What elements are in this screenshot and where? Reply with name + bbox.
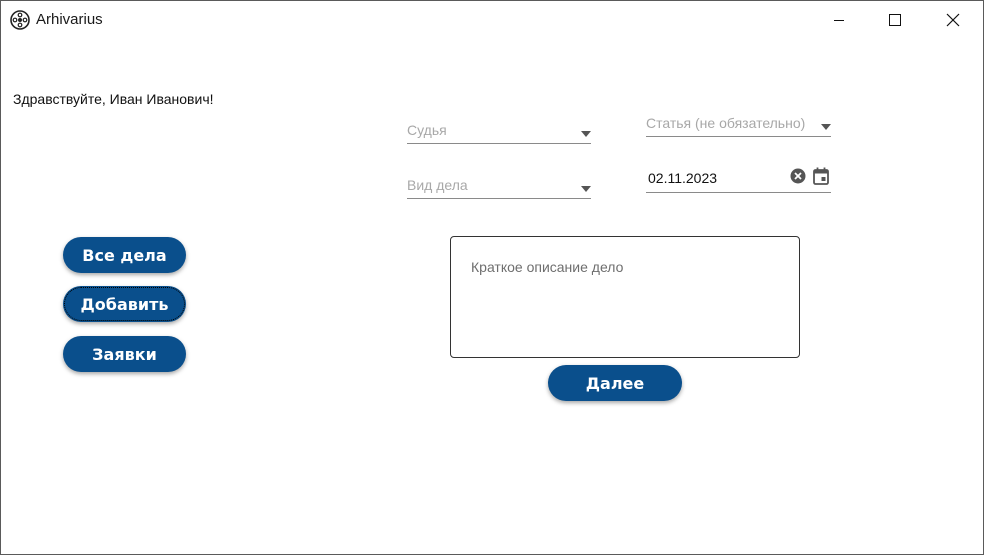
close-button[interactable] — [927, 1, 979, 39]
dropdown-arrow-icon — [581, 124, 591, 142]
calendar-icon[interactable] — [813, 167, 829, 190]
requests-button[interactable]: Заявки — [63, 336, 186, 372]
greeting-text: Здравствуйте, Иван Иванович! — [13, 91, 214, 107]
date-value[interactable]: 02.11.2023 — [648, 170, 717, 186]
judge-combobox[interactable]: Судья — [407, 114, 591, 144]
description-textarea[interactable]: Краткое описание дело — [450, 236, 800, 358]
judge-placeholder: Судья — [407, 122, 447, 138]
clear-icon[interactable] — [790, 168, 806, 189]
title-bar[interactable]: Arhivarius — [1, 1, 983, 39]
case-type-combobox[interactable]: Вид дела — [407, 169, 591, 199]
maximize-icon — [889, 14, 901, 26]
film-reel-icon — [10, 10, 30, 30]
window-title: Arhivarius — [36, 11, 103, 28]
article-combobox[interactable]: Статья (не обязательно) — [646, 107, 831, 137]
case-type-placeholder: Вид дела — [407, 177, 468, 193]
date-picker[interactable]: 02.11.2023 — [646, 163, 831, 193]
description-placeholder: Краткое описание дело — [471, 259, 624, 275]
dropdown-arrow-icon — [821, 117, 831, 135]
article-placeholder: Статья (не обязательно) — [646, 115, 806, 131]
next-button[interactable]: Далее — [548, 365, 682, 401]
minimize-button[interactable] — [813, 1, 865, 39]
add-button[interactable]: Добавить — [63, 286, 186, 322]
minimize-icon — [834, 20, 844, 21]
dropdown-arrow-icon — [581, 179, 591, 197]
app-window: Arhivarius Здравствуйте, Иван Иванович! … — [0, 0, 984, 555]
maximize-button[interactable] — [869, 1, 921, 39]
close-icon — [946, 13, 960, 27]
all-cases-button[interactable]: Все дела — [63, 237, 186, 273]
